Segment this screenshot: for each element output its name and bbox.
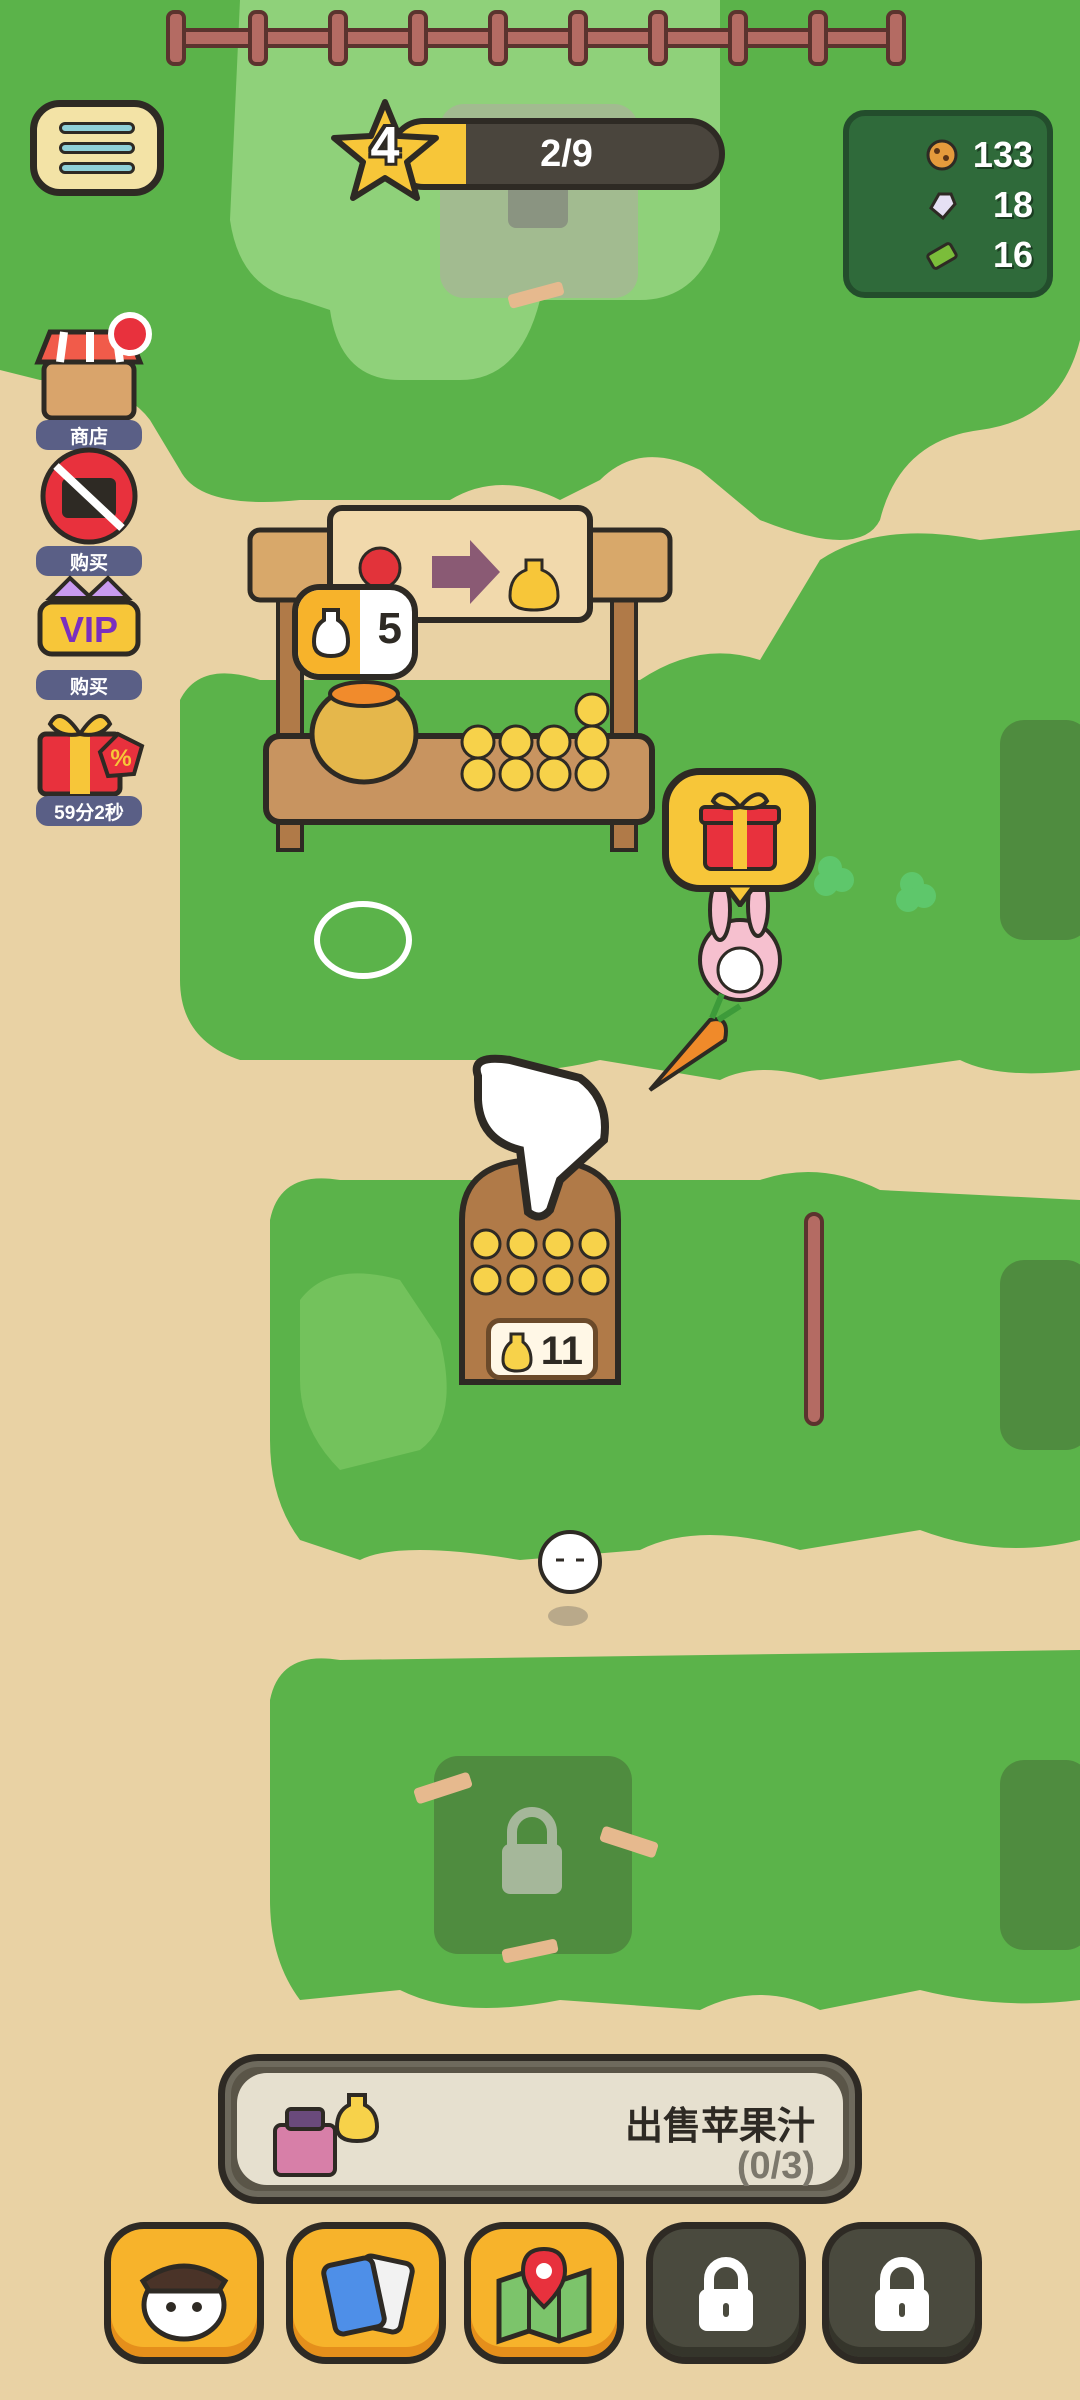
svg-text:%: % (110, 745, 131, 772)
shop-button[interactable]: 商店 (30, 312, 152, 450)
no-ads-button[interactable]: 购买 (30, 444, 148, 576)
character-avatar-icon (139, 2263, 229, 2342)
resource-panel: 133 18 16 (843, 110, 1053, 298)
resource-cash: 16 (849, 230, 1033, 280)
cash-register-icon (273, 2093, 380, 2177)
dock-map-button[interactable] (464, 2222, 624, 2364)
shelf-stock-sign: 11 (486, 1318, 598, 1380)
main-menu-button[interactable] (30, 100, 164, 196)
hamburger-menu-icon (59, 122, 135, 134)
quest-panel[interactable]: 出售苹果汁 (0/3) (218, 2054, 862, 2204)
notification-dot (108, 312, 152, 356)
apple-icon (358, 546, 402, 590)
vip-button[interactable]: VIP 购买 (30, 568, 148, 700)
gift-sale-button[interactable]: % 59分2秒 (30, 694, 148, 826)
vip-icon: VIP (37, 575, 141, 657)
quest-title: 出售苹果汁 (624, 2106, 815, 2148)
cookie-icon (926, 139, 958, 171)
svg-text:VIP: VIP (60, 609, 118, 650)
shelf-stock-count: 11 (540, 1329, 583, 1373)
gem-icon (929, 192, 957, 221)
dock-locked-button-2[interactable] (822, 2222, 982, 2364)
dock-locked-button-1[interactable] (646, 2222, 806, 2364)
level-progress: 2/9 4 (330, 98, 725, 201)
gift-bubble-button[interactable] (662, 768, 816, 907)
lock-icon (875, 2257, 929, 2331)
map-icon (496, 2246, 592, 2345)
juice-bottle-icon (501, 1332, 533, 1373)
cash-icon (926, 242, 958, 270)
stall-queue-badge: 5 (292, 584, 418, 680)
player-level: 4 (370, 117, 400, 175)
dock-cards-button[interactable] (286, 2222, 446, 2364)
lock-icon (699, 2257, 753, 2331)
juice-bottle-icon (312, 608, 350, 658)
resource-cookies: 133 (849, 130, 1033, 180)
gem-count: 18 (992, 184, 1033, 225)
cards-icon (321, 2253, 415, 2337)
quest-progress: (0/3) (736, 2145, 815, 2187)
game-world (0, 0, 1080, 2010)
locked-plot-edge (1000, 720, 1080, 1950)
gift-discount-icon: % (37, 714, 145, 797)
level-progress-text: 2/9 (540, 132, 593, 175)
gift-sale-timer: 59分2秒 (36, 796, 142, 826)
cash-count: 16 (992, 234, 1033, 275)
no-ads-icon (40, 447, 138, 545)
stall-queue-count: 5 (377, 604, 402, 653)
locked-plot-bottom (413, 1756, 659, 1963)
resource-gems: 18 (849, 180, 1033, 230)
cookie-count: 133 (972, 134, 1033, 175)
gift-box-icon (699, 792, 781, 871)
customer-npc (538, 1530, 602, 1626)
dock-character-button[interactable] (104, 2222, 264, 2364)
grass-field-bottom (270, 1650, 1080, 2010)
